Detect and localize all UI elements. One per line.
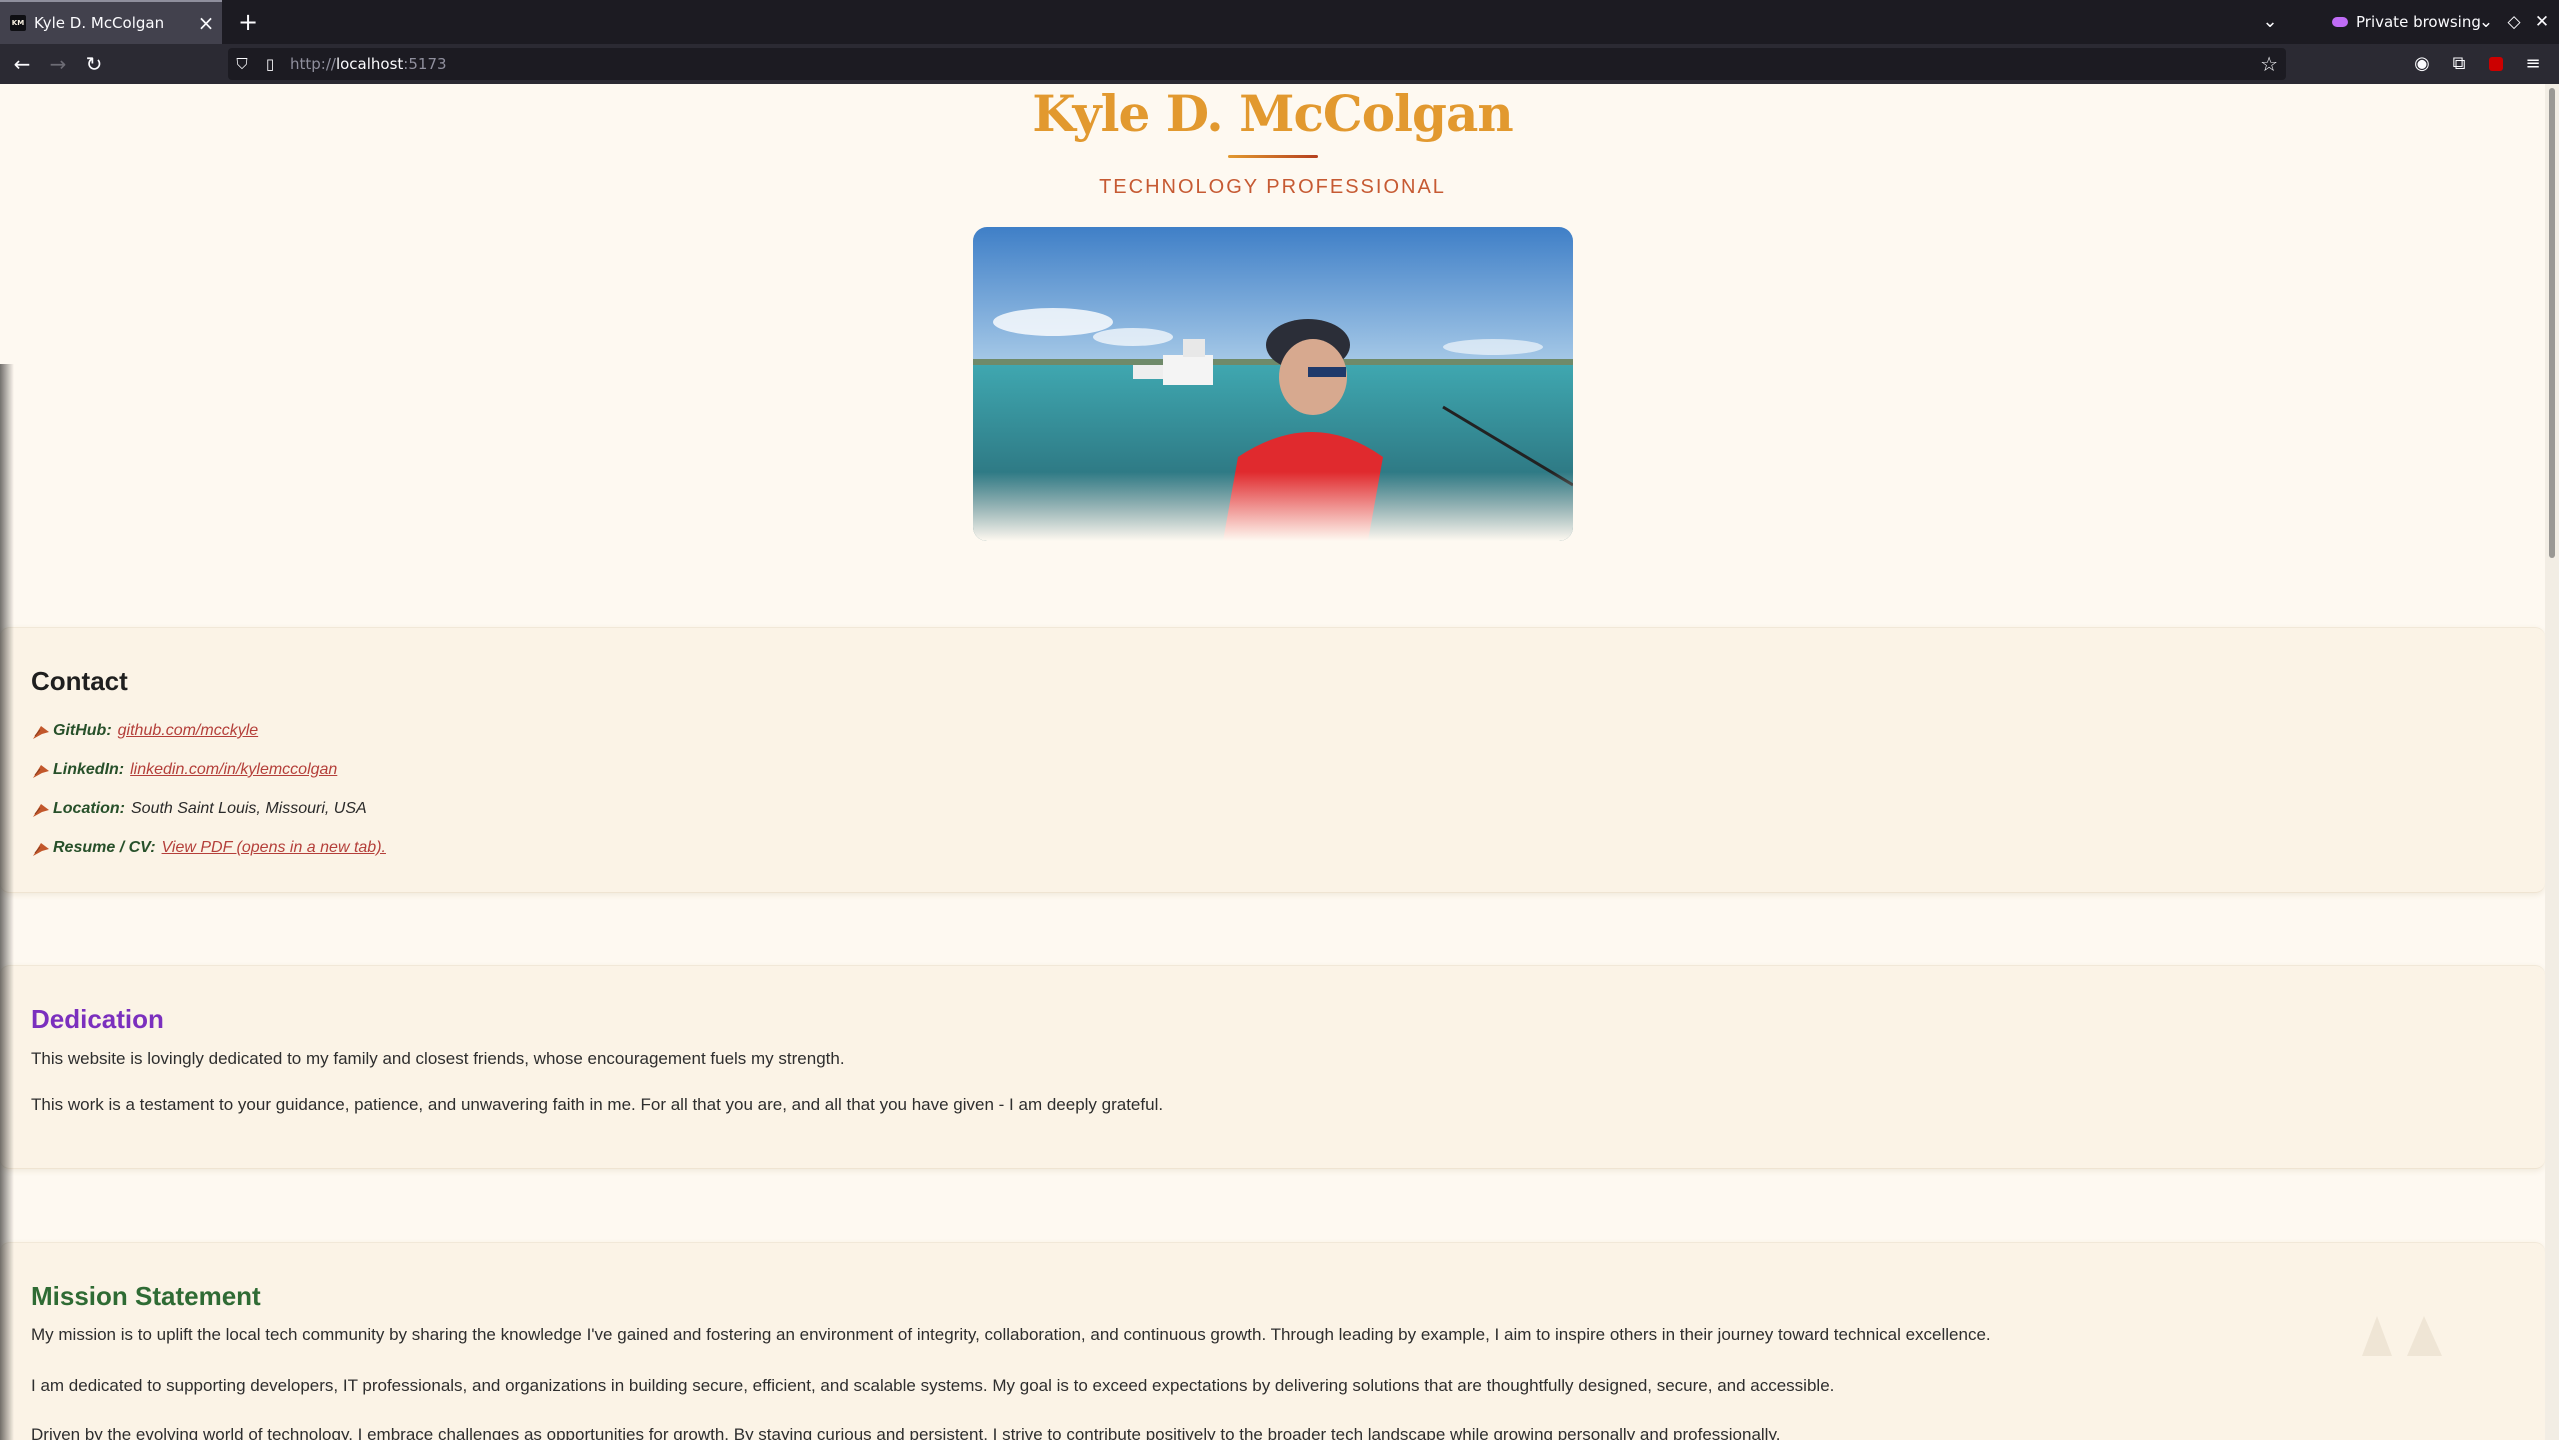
extensions-icon[interactable]: ⧉ bbox=[2443, 48, 2475, 80]
reload-icon[interactable]: ↻ bbox=[78, 48, 110, 80]
contact-item-location: Location: South Saint Louis, Missouri, U… bbox=[31, 800, 367, 818]
tab-bar: KM Kyle D. McColgan × + ⌄ Private browsi… bbox=[0, 0, 2559, 44]
profile-photo bbox=[973, 227, 1573, 541]
contact-item-resume: Resume / CV: View PDF (opens in a new ta… bbox=[31, 839, 386, 857]
back-arrow-icon[interactable]: ← bbox=[6, 48, 38, 80]
minimize-icon[interactable]: ⌄ bbox=[2472, 6, 2500, 38]
page-title: Kyle D. McColgan bbox=[1032, 84, 1514, 143]
contact-label: Location: bbox=[53, 800, 125, 817]
github-link[interactable]: github.com/mcckyle bbox=[118, 722, 259, 740]
dedication-heading: Dedication bbox=[31, 1004, 164, 1034]
linkedin-link[interactable]: linkedin.com/in/kylemccolgan bbox=[130, 761, 337, 779]
maple-leaf-icon bbox=[33, 726, 49, 739]
resume-pdf-link[interactable]: View PDF (opens in a new tab). bbox=[162, 839, 386, 857]
mission-paragraph: My mission is to uplift the local tech c… bbox=[31, 1325, 1991, 1344]
contact-item-linkedin: LinkedIn: linkedin.com/in/kylemccolgan bbox=[31, 761, 337, 779]
dedication-paragraph: This website is lovingly dedicated to my… bbox=[31, 1049, 845, 1068]
maple-leaf-icon bbox=[33, 804, 49, 817]
private-mask-icon bbox=[2332, 17, 2348, 27]
private-browsing-indicator: Private browsing bbox=[2332, 6, 2481, 38]
contact-label: GitHub: bbox=[53, 722, 112, 739]
mission-heading: Mission Statement bbox=[31, 1281, 261, 1311]
scrollbar-thumb[interactable] bbox=[2549, 88, 2555, 558]
ublock-icon[interactable] bbox=[2480, 48, 2512, 80]
new-tab-button[interactable]: + bbox=[232, 6, 264, 38]
maple-leaf-watermark-icon bbox=[2362, 1316, 2442, 1356]
site-favicon-icon: KM bbox=[10, 15, 26, 31]
dedication-paragraph: This work is a testament to your guidanc… bbox=[31, 1095, 1164, 1114]
contact-item-github: GitHub: github.com/mcckyle bbox=[31, 722, 258, 740]
mission-paragraph: Driven by the evolving world of technolo… bbox=[31, 1425, 1781, 1440]
page-viewport: Kyle D. McColgan TECHNOLOGY PROFESSIONAL bbox=[0, 84, 2545, 1440]
contact-label: LinkedIn: bbox=[53, 761, 125, 778]
maple-leaf-icon bbox=[33, 765, 49, 778]
maximize-icon[interactable]: ◇ bbox=[2500, 6, 2528, 38]
address-bar[interactable]: ⛉ ▯ http://localhost:5173 ☆ bbox=[228, 48, 2286, 80]
title-divider bbox=[1228, 155, 1318, 158]
navigation-toolbar: ← → ↻ ⛉ ▯ http://localhost:5173 ☆ ◉ ⧉ ≡ bbox=[0, 44, 2559, 84]
contact-label: Resume / CV: bbox=[53, 839, 156, 856]
left-edge-shadow bbox=[0, 364, 14, 1440]
browser-tab[interactable]: KM Kyle D. McColgan × bbox=[0, 0, 222, 44]
tab-close-icon[interactable]: × bbox=[190, 11, 222, 35]
tracking-shield-icon[interactable]: ⛉ bbox=[228, 55, 256, 73]
url-text[interactable]: http://localhost:5173 bbox=[290, 55, 447, 73]
tab-title: Kyle D. McColgan bbox=[34, 14, 165, 32]
page-scrollbar[interactable] bbox=[2545, 84, 2559, 1440]
mission-paragraph: I am dedicated to supporting developers,… bbox=[31, 1376, 1835, 1395]
tab-list-chevron-icon[interactable]: ⌄ bbox=[2254, 6, 2286, 38]
contact-heading: Contact bbox=[31, 666, 128, 696]
page-subtitle: TECHNOLOGY PROFESSIONAL bbox=[1099, 176, 1446, 198]
private-browsing-label: Private browsing bbox=[2356, 13, 2481, 31]
menu-hamburger-icon[interactable]: ≡ bbox=[2517, 48, 2549, 80]
location-value: South Saint Louis, Missouri, USA bbox=[131, 800, 367, 817]
account-icon[interactable]: ◉ bbox=[2406, 48, 2438, 80]
maple-leaf-icon bbox=[33, 843, 49, 856]
bookmark-star-icon[interactable]: ☆ bbox=[2260, 48, 2278, 80]
forward-arrow-icon[interactable]: → bbox=[42, 48, 74, 80]
page-info-icon[interactable]: ▯ bbox=[256, 55, 284, 73]
close-window-icon[interactable]: ✕ bbox=[2528, 6, 2556, 38]
